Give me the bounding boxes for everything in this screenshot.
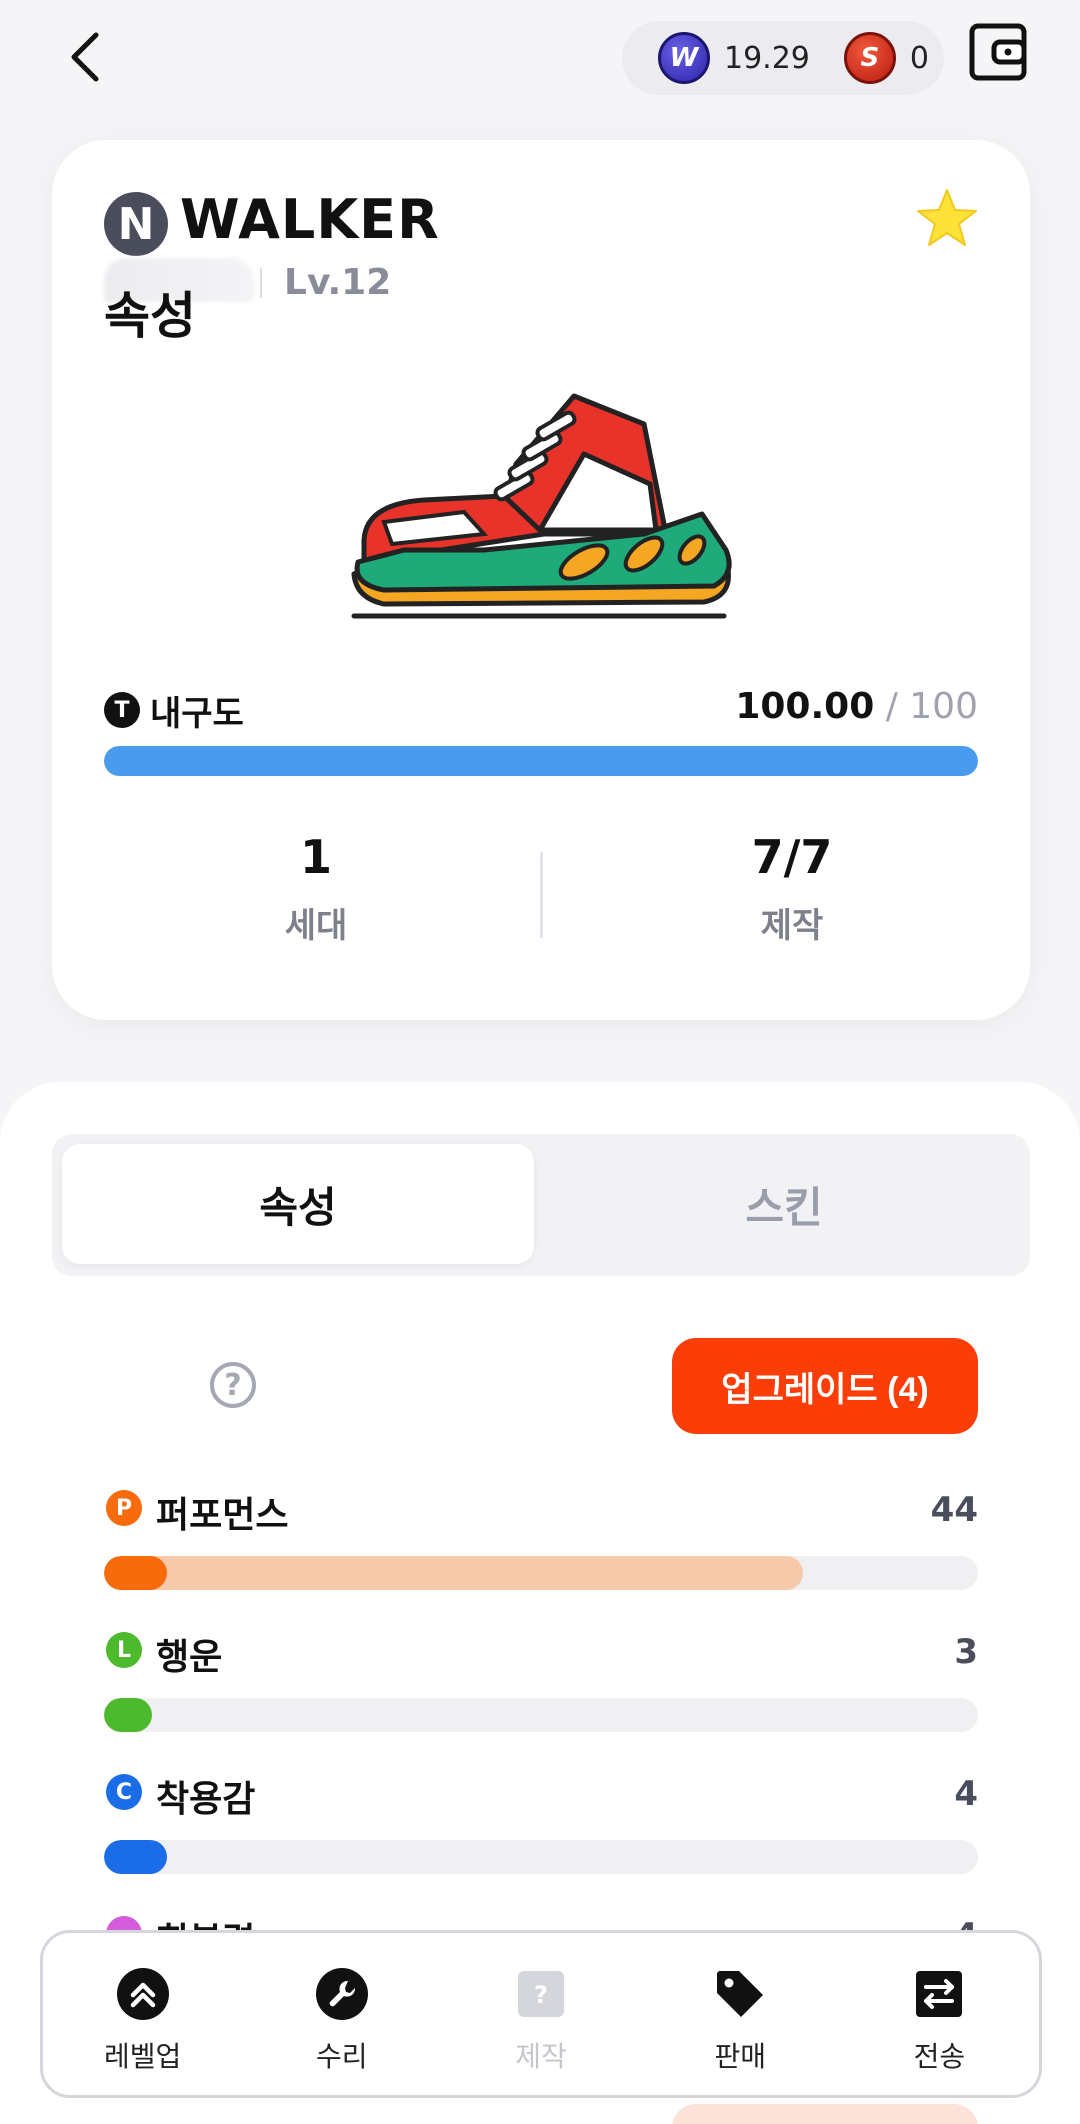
back-button[interactable] bbox=[58, 25, 114, 89]
attribute-label: 행운 bbox=[156, 1637, 223, 1678]
durability-row: T 내구도 100.00 / 100 bbox=[104, 686, 978, 734]
level-up-icon bbox=[116, 1967, 170, 2021]
level-up-button[interactable]: 레벨업 bbox=[43, 1933, 242, 2095]
segmented-tabs: 속성 스킨 bbox=[52, 1134, 1030, 1276]
attribute-value: 3 bbox=[954, 1632, 978, 1672]
generation-stat: 1 세대 bbox=[116, 830, 516, 947]
durability-bar-fill bbox=[104, 746, 978, 776]
mint-box-icon: ? bbox=[514, 1967, 568, 2021]
attribute-label: 퍼포먼스 bbox=[156, 1495, 289, 1536]
star-icon[interactable] bbox=[914, 186, 980, 252]
svg-text:?: ? bbox=[534, 1981, 548, 2009]
level-separator bbox=[260, 268, 262, 298]
tab-attributes[interactable]: 속성 bbox=[62, 1144, 534, 1264]
w-token-icon: W bbox=[658, 32, 710, 84]
attribute-bar-fill bbox=[104, 1698, 153, 1732]
sneaker-image bbox=[351, 393, 732, 619]
transfer-icon bbox=[912, 1967, 966, 2021]
sell-button[interactable]: 판매 bbox=[641, 1933, 840, 2095]
durability-value: 100.00 / 100 bbox=[735, 686, 978, 727]
durability-icon: T bbox=[104, 692, 140, 728]
level-label: Lv.12 bbox=[284, 262, 392, 303]
generation-label: 세대 bbox=[284, 906, 348, 946]
nav-label: 전송 bbox=[913, 2040, 966, 2073]
mint-count-label: 제작 bbox=[760, 906, 824, 946]
attribute-label: 회복력 bbox=[156, 1912, 255, 1932]
durability-max: / 100 bbox=[885, 686, 978, 727]
attribute-bar-potential bbox=[104, 1556, 804, 1590]
mint-count-stat: 7/7 제작 bbox=[592, 830, 992, 947]
wrench-icon bbox=[315, 1967, 369, 2021]
mint-button[interactable]: ? 제작 bbox=[441, 1933, 640, 2095]
attribute-bar bbox=[104, 1556, 978, 1590]
s-token-balance: 0 bbox=[909, 40, 929, 76]
attribute-bar-fill bbox=[104, 1840, 167, 1874]
w-token-balance: 19.29 bbox=[724, 40, 810, 76]
generation-value: 1 bbox=[299, 830, 332, 884]
nav-label: 제작 bbox=[515, 2040, 567, 2073]
transfer-button[interactable]: 전송 bbox=[840, 1933, 1039, 2095]
attribute-icon: P bbox=[106, 1490, 142, 1526]
mint-count-value: 7/7 bbox=[751, 830, 833, 884]
sneaker-name: WALKER bbox=[180, 188, 440, 251]
attribute-value: 44 bbox=[930, 1490, 978, 1530]
tab-skin[interactable]: 스킨 bbox=[548, 1144, 1020, 1264]
nav-label: 레벨업 bbox=[103, 2040, 182, 2073]
durability-current: 100.00 bbox=[735, 686, 875, 727]
peek-button bbox=[672, 2104, 978, 2124]
sneaker-card: N WALKER Lv.12 T 내구도 100.00 / 100 1 세대 7… bbox=[52, 140, 1030, 1020]
attribute-bar bbox=[104, 1698, 978, 1732]
balance-pill[interactable]: W 19.29 S 0 bbox=[622, 21, 944, 95]
upgrade-button[interactable]: 업그레이드 (4) bbox=[672, 1338, 978, 1434]
nav-label: 수리 bbox=[316, 2040, 368, 2073]
wallet-icon bbox=[969, 23, 1027, 81]
s-token-icon: S bbox=[843, 32, 896, 84]
attribute-icon: C bbox=[106, 1774, 142, 1810]
wallet-button[interactable] bbox=[968, 22, 1028, 82]
durability-label: 내구도 bbox=[150, 694, 244, 734]
repair-button[interactable]: 수리 bbox=[242, 1933, 441, 2095]
nav-label: 판매 bbox=[714, 2040, 766, 2073]
price-tag-icon bbox=[713, 1967, 767, 2021]
stat-divider bbox=[540, 852, 543, 938]
grade-badge: N bbox=[104, 192, 168, 256]
attribute-resilience: 회복력 4 bbox=[104, 1912, 978, 1932]
attribute-value: 4 bbox=[954, 1774, 978, 1814]
attribute-bar bbox=[104, 1840, 978, 1874]
durability-bar bbox=[104, 746, 978, 776]
attribute-label: 착용감 bbox=[156, 1779, 256, 1820]
attribute-icon: L bbox=[106, 1632, 142, 1668]
bottom-action-bar: 레벨업 수리 ? 제작 판매 전송 bbox=[40, 1930, 1042, 2098]
help-icon[interactable]: ? bbox=[210, 1362, 256, 1408]
top-bar: W 19.29 S 0 bbox=[0, 0, 1080, 120]
chevron-left-icon bbox=[71, 32, 99, 82]
attributes-title: 속성 bbox=[104, 287, 196, 345]
attribute-bar-fill bbox=[104, 1556, 167, 1590]
